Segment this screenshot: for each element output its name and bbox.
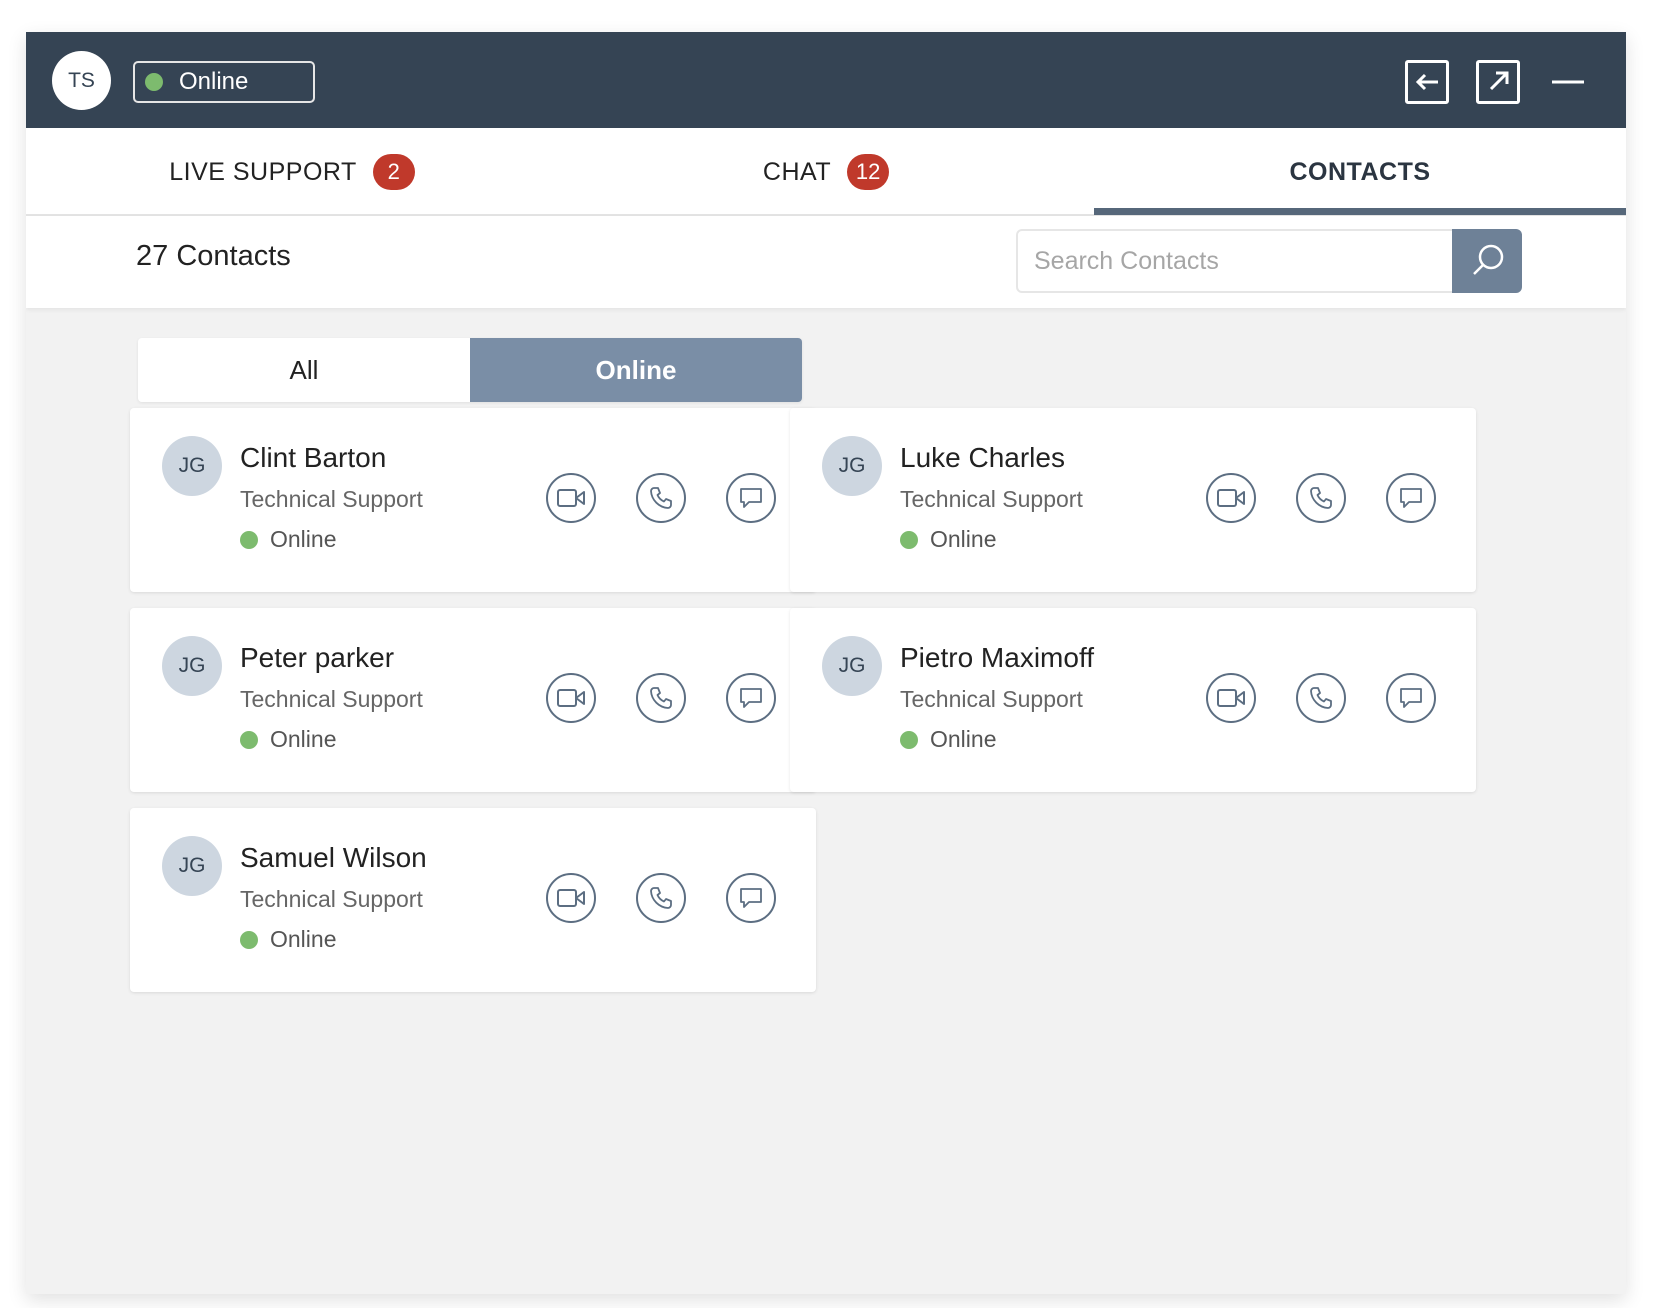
- avatar: JG: [162, 636, 222, 696]
- tab-label: CONTACTS: [1289, 157, 1431, 186]
- video-call-button[interactable]: [1206, 673, 1256, 723]
- status-label: Online: [179, 68, 249, 95]
- online-status-dot: [240, 930, 258, 949]
- search-input[interactable]: [1016, 229, 1454, 293]
- online-status-dot: [240, 730, 258, 749]
- video-icon: [557, 889, 585, 907]
- search-button[interactable]: [1452, 229, 1522, 293]
- tab-chat[interactable]: CHAT 12: [558, 128, 1094, 216]
- message-button[interactable]: [726, 673, 776, 723]
- phone-icon: [650, 487, 672, 509]
- message-icon: [740, 888, 762, 908]
- contact-name: Clint Barton: [240, 442, 387, 473]
- back-arrow-icon: [1415, 73, 1438, 91]
- video-call-button[interactable]: [546, 873, 596, 923]
- contact-name: Peter parker: [240, 642, 395, 673]
- online-status-dot: [145, 73, 163, 91]
- back-button[interactable]: [1405, 60, 1449, 104]
- video-icon: [557, 689, 585, 707]
- online-status-dot: [240, 530, 258, 549]
- message-button[interactable]: [1386, 673, 1436, 723]
- top-bar: TS Online: [26, 32, 1626, 128]
- video-call-button[interactable]: [546, 673, 596, 723]
- minimize-button[interactable]: [1546, 60, 1590, 104]
- message-icon: [740, 488, 762, 508]
- filter-online[interactable]: Online: [470, 338, 802, 402]
- contact-status: Online: [900, 726, 996, 753]
- contact-card: JG Clint Barton Technical Support Online: [130, 408, 816, 592]
- voice-call-button[interactable]: [636, 873, 686, 923]
- voice-call-button[interactable]: [1296, 473, 1346, 523]
- popout-button[interactable]: [1476, 60, 1520, 104]
- status-text: Online: [270, 726, 337, 752]
- minimize-icon: [1552, 80, 1584, 84]
- filter-all[interactable]: All: [138, 338, 470, 402]
- contacts-toolbar: 27 Contacts: [26, 216, 1626, 308]
- message-button[interactable]: [726, 873, 776, 923]
- avatar: JG: [822, 636, 882, 696]
- contact-name: Pietro Maximoff: [900, 642, 1094, 673]
- tab-contacts[interactable]: CONTACTS: [1094, 128, 1626, 216]
- status-selector[interactable]: Online: [133, 61, 315, 103]
- avatar: JG: [162, 836, 222, 896]
- status-filter: All Online: [138, 338, 802, 402]
- contact-card: JG Peter parker Technical Support Online: [130, 608, 816, 792]
- tab-label: LIVE SUPPORT: [169, 157, 357, 186]
- message-button[interactable]: [1386, 473, 1436, 523]
- contact-role: Technical Support: [900, 486, 1083, 512]
- phone-icon: [650, 887, 672, 909]
- video-call-button[interactable]: [1206, 473, 1256, 523]
- video-icon: [1217, 489, 1245, 507]
- contacts-window: TS Online LIVE SUPPORT 2 CHAT 12 CONTACT…: [26, 32, 1626, 1294]
- contact-role: Technical Support: [240, 486, 423, 512]
- voice-call-button[interactable]: [636, 473, 686, 523]
- contact-status: Online: [240, 726, 336, 753]
- contacts-count: 27 Contacts: [136, 240, 291, 272]
- phone-icon: [650, 687, 672, 709]
- search-icon: [1473, 244, 1504, 275]
- voice-call-button[interactable]: [636, 673, 686, 723]
- contact-role: Technical Support: [240, 886, 423, 912]
- status-text: Online: [270, 926, 337, 952]
- message-icon: [1400, 488, 1422, 508]
- avatar: JG: [162, 436, 222, 496]
- unread-badge: 12: [847, 154, 890, 190]
- voice-call-button[interactable]: [1296, 673, 1346, 723]
- status-text: Online: [930, 726, 997, 752]
- tab-live-support[interactable]: LIVE SUPPORT 2: [26, 128, 558, 216]
- popout-icon: [1489, 71, 1509, 91]
- message-button[interactable]: [726, 473, 776, 523]
- phone-icon: [1310, 687, 1332, 709]
- unread-badge: 2: [372, 154, 415, 190]
- user-avatar[interactable]: TS: [52, 51, 111, 110]
- contact-card: JG Pietro Maximoff Technical Support Onl…: [790, 608, 1476, 792]
- message-icon: [1400, 688, 1422, 708]
- video-icon: [1217, 689, 1245, 707]
- video-icon: [557, 489, 585, 507]
- tab-bar: LIVE SUPPORT 2 CHAT 12 CONTACTS: [26, 128, 1626, 216]
- contact-name: Luke Charles: [900, 442, 1065, 473]
- avatar: JG: [822, 436, 882, 496]
- status-text: Online: [930, 526, 997, 552]
- contact-status: Online: [240, 526, 336, 553]
- contact-name: Samuel Wilson: [240, 842, 427, 873]
- status-text: Online: [270, 526, 337, 552]
- tab-label: CHAT: [762, 157, 832, 186]
- contact-card: JG Luke Charles Technical Support Online: [790, 408, 1476, 592]
- contact-status: Online: [240, 926, 336, 953]
- contact-role: Technical Support: [240, 686, 423, 712]
- contact-role: Technical Support: [900, 686, 1083, 712]
- phone-icon: [1310, 487, 1332, 509]
- message-icon: [740, 688, 762, 708]
- online-status-dot: [900, 730, 918, 749]
- video-call-button[interactable]: [546, 473, 596, 523]
- active-tab-indicator: [1094, 208, 1626, 215]
- contact-card: JG Samuel Wilson Technical Support Onlin…: [130, 808, 816, 992]
- online-status-dot: [900, 530, 918, 549]
- contact-status: Online: [900, 526, 996, 553]
